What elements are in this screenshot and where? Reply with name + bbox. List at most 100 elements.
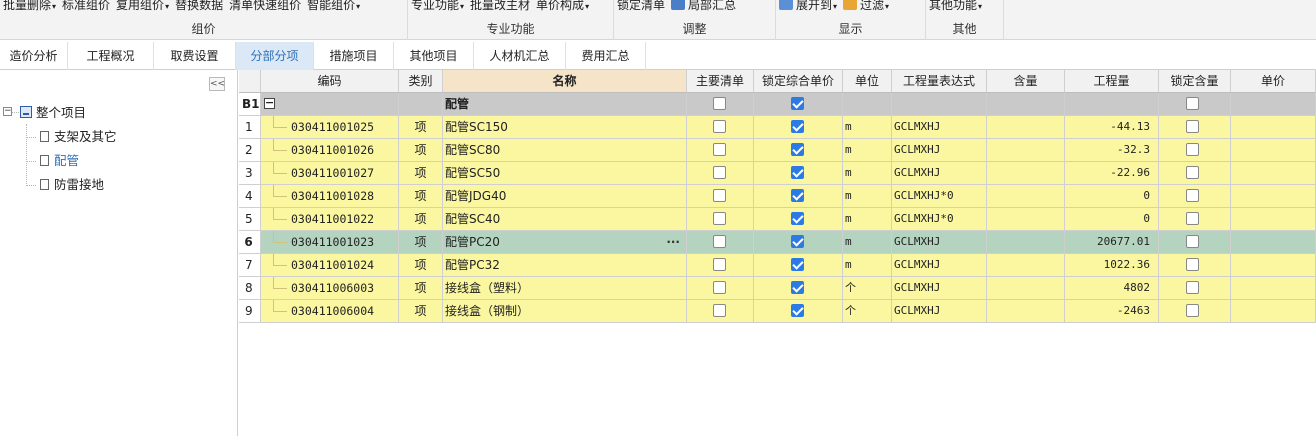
tree-item-support[interactable]: 支架及其它 <box>40 127 117 147</box>
main-list-checkbox[interactable] <box>713 212 726 225</box>
lock-price-checkbox[interactable] <box>791 258 804 271</box>
code-cell[interactable]: 030411001022 <box>261 208 399 231</box>
table-row[interactable]: 4 030411001028 项配管JDG40 m GCLMXHJ*0 0 <box>239 185 1316 208</box>
lock-content-checkbox[interactable] <box>1186 235 1199 248</box>
code-cell[interactable]: 030411001023 <box>261 231 399 254</box>
tree-collapse-icon[interactable]: − <box>3 107 12 116</box>
main-list-cell[interactable] <box>687 208 754 231</box>
lock-price-cell[interactable] <box>754 277 843 300</box>
tree-root-node[interactable]: 整个项目 <box>20 103 86 123</box>
unit-cell[interactable]: 个 <box>843 277 892 300</box>
lock-content-checkbox[interactable] <box>1186 304 1199 317</box>
lock-content-checkbox[interactable] <box>1186 120 1199 133</box>
quantity-cell[interactable]: -44.13 <box>1065 116 1159 139</box>
tab-fee-settings[interactable]: 取费设置 <box>154 42 236 70</box>
unit-price-cell[interactable] <box>1231 277 1316 300</box>
lock-content-checkbox[interactable] <box>1186 166 1199 179</box>
name-cell[interactable]: 配管SC50 <box>443 162 687 185</box>
lock-price-cell[interactable] <box>754 162 843 185</box>
more-options-icon[interactable]: ··· <box>666 231 680 253</box>
lock-list-button[interactable]: 锁定清单 <box>614 0 668 14</box>
main-list-checkbox[interactable] <box>713 120 726 133</box>
tree-item-lightning[interactable]: 防雷接地 <box>40 175 104 195</box>
code-cell[interactable]: 030411001024 <box>261 254 399 277</box>
type-cell[interactable]: 项 <box>399 162 443 185</box>
batch-delete-button[interactable]: 批量删除▾ <box>0 0 59 14</box>
table-row[interactable]: 1 030411001025 项配管SC150 m GCLMXHJ -44.13 <box>239 116 1316 139</box>
batch-material-button[interactable]: 批量改主材 <box>467 0 533 14</box>
type-cell[interactable]: 项 <box>399 277 443 300</box>
price-composition-button[interactable]: 单价构成▾ <box>533 0 592 14</box>
quick-pricing-button[interactable]: 清单快速组价 <box>226 0 304 14</box>
main-list-checkbox[interactable] <box>713 281 726 294</box>
expand-to-button[interactable]: 展开到▾ <box>776 0 840 14</box>
main-list-cell[interactable] <box>687 162 754 185</box>
table-row[interactable]: 6 030411001023 项配管PC20 ··· m GCLMXHJ 20677.01 <box>239 231 1316 254</box>
name-cell[interactable]: 接线盒（塑料） <box>443 277 687 300</box>
type-cell[interactable]: 项 <box>399 254 443 277</box>
lock-price-cell[interactable] <box>754 208 843 231</box>
lock-content-cell[interactable] <box>1159 254 1231 277</box>
unit-cell[interactable]: m <box>843 231 892 254</box>
tab-cost-analysis[interactable]: 造价分析 <box>0 42 68 70</box>
unit-price-cell[interactable] <box>1231 254 1316 277</box>
expression-cell[interactable]: GCLMXHJ <box>892 162 987 185</box>
main-list-cell[interactable] <box>687 254 754 277</box>
main-list-cell[interactable] <box>687 116 754 139</box>
unit-price-cell[interactable] <box>1231 300 1316 323</box>
expression-cell[interactable]: GCLMXHJ*0 <box>892 208 987 231</box>
main-list-checkbox[interactable] <box>713 189 726 202</box>
lock-price-cell[interactable] <box>754 185 843 208</box>
header-lock-price[interactable]: 锁定综合单价 <box>754 70 843 93</box>
main-list-cell[interactable] <box>687 277 754 300</box>
tab-other-items[interactable]: 其他项目 <box>394 42 474 70</box>
lock-content-cell[interactable] <box>1159 162 1231 185</box>
expression-cell[interactable]: GCLMXHJ <box>892 231 987 254</box>
group-row[interactable]: B1− 配管 <box>239 93 1316 116</box>
expression-cell[interactable]: GCLMXHJ <box>892 254 987 277</box>
expression-cell[interactable]: GCLMXHJ*0 <box>892 185 987 208</box>
header-content[interactable]: 含量 <box>987 70 1065 93</box>
quantity-cell[interactable]: -22.96 <box>1065 162 1159 185</box>
quantity-cell[interactable]: 0 <box>1065 185 1159 208</box>
main-list-cell[interactable] <box>687 139 754 162</box>
replace-data-button[interactable]: 替换数据 <box>172 0 226 14</box>
main-list-checkbox[interactable] <box>713 166 726 179</box>
type-cell[interactable]: 项 <box>399 300 443 323</box>
unit-cell[interactable]: m <box>843 162 892 185</box>
lock-content-cell[interactable] <box>1159 277 1231 300</box>
lock-content-checkbox[interactable] <box>1186 189 1199 202</box>
unit-cell[interactable]: 个 <box>843 300 892 323</box>
tab-fee-summary[interactable]: 费用汇总 <box>566 42 646 70</box>
lock-price-checkbox[interactable] <box>791 304 804 317</box>
header-unit[interactable]: 单位 <box>843 70 892 93</box>
name-cell[interactable]: 配管SC80 <box>443 139 687 162</box>
content-cell[interactable] <box>987 300 1065 323</box>
code-cell[interactable]: 030411001027 <box>261 162 399 185</box>
lock-price-checkbox[interactable] <box>791 120 804 133</box>
lock-price-cell[interactable] <box>754 139 843 162</box>
type-cell[interactable]: 项 <box>399 208 443 231</box>
expression-cell[interactable]: GCLMXHJ <box>892 139 987 162</box>
expression-cell[interactable]: GCLMXHJ <box>892 300 987 323</box>
quantity-cell[interactable]: 1022.36 <box>1065 254 1159 277</box>
other-functions-button[interactable]: 其他功能▾ <box>926 0 985 14</box>
lock-price-checkbox[interactable] <box>791 166 804 179</box>
tab-sub-items[interactable]: 分部分项 <box>236 42 314 70</box>
content-cell[interactable] <box>987 208 1065 231</box>
table-row[interactable]: 8 030411006003 项接线盒（塑料） 个 GCLMXHJ 4802 <box>239 277 1316 300</box>
lock-price-checkbox[interactable] <box>791 235 804 248</box>
header-code[interactable]: 编码 <box>261 70 399 93</box>
main-list-cell[interactable] <box>687 231 754 254</box>
unit-cell[interactable]: m <box>843 208 892 231</box>
lock-content-cell[interactable] <box>1159 185 1231 208</box>
code-cell[interactable]: 030411001026 <box>261 139 399 162</box>
unit-cell[interactable]: m <box>843 139 892 162</box>
main-list-cell[interactable] <box>687 300 754 323</box>
lock-content-cell[interactable] <box>1159 300 1231 323</box>
lock-price-cell[interactable] <box>754 300 843 323</box>
unit-price-cell[interactable] <box>1231 231 1316 254</box>
type-cell[interactable]: 项 <box>399 185 443 208</box>
code-cell[interactable]: 030411006003 <box>261 277 399 300</box>
lock-content-checkbox[interactable] <box>1186 143 1199 156</box>
